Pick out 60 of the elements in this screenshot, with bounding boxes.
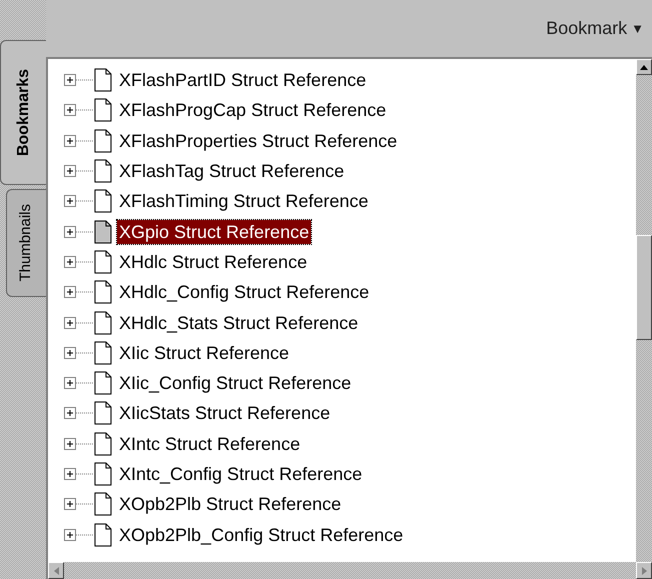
expand-icon[interactable] <box>64 316 94 329</box>
expand-icon[interactable] <box>64 165 94 178</box>
vertical-scrollbar[interactable] <box>636 59 652 562</box>
bookmark-item[interactable]: XIntc Struct Reference <box>117 432 302 456</box>
page-icon <box>94 128 112 153</box>
scroll-up-button[interactable] <box>636 59 652 75</box>
panel-tab[interactable]: Bookmarks <box>0 40 46 185</box>
expand-icon[interactable] <box>64 195 94 208</box>
page-icon <box>94 522 112 547</box>
bookmark-item[interactable]: XHdlc_Config Struct Reference <box>117 280 372 304</box>
expand-icon[interactable] <box>64 256 94 268</box>
expand-icon[interactable] <box>64 528 94 541</box>
scroll-thumb[interactable] <box>636 235 652 340</box>
expand-icon[interactable] <box>64 226 94 238</box>
expand-icon[interactable] <box>64 468 94 480</box>
page-icon <box>94 250 112 274</box>
bookmark-item[interactable]: XOpb2Plb Struct Reference <box>117 492 344 516</box>
bookmark-item[interactable]: XIntc_Config Struct Reference <box>117 462 364 486</box>
bookmark-item[interactable]: XFlashTag Struct Reference <box>117 159 346 184</box>
page-icon <box>94 220 112 244</box>
bookmark-item[interactable]: XFlashProgCap Struct Reference <box>117 98 388 122</box>
scroll-left-button[interactable] <box>48 562 64 579</box>
expand-icon[interactable] <box>64 498 94 510</box>
up-arrow-icon <box>640 64 648 70</box>
bookmark-item[interactable]: XFlashProperties Struct Reference <box>117 128 400 153</box>
page-icon <box>94 462 112 486</box>
page-icon <box>94 371 112 396</box>
expand-icon[interactable] <box>64 74 94 86</box>
page-icon <box>94 340 112 365</box>
bookmark-item[interactable]: XGpio Struct Reference <box>117 220 312 244</box>
expand-icon[interactable] <box>64 346 94 359</box>
expand-icon[interactable] <box>64 377 94 390</box>
expand-icon[interactable] <box>64 104 94 116</box>
page-icon <box>94 492 112 516</box>
page-icon <box>94 159 112 184</box>
bookmark-item[interactable]: XIic_Config Struct Reference <box>117 371 354 396</box>
bookmark-item[interactable]: XHdlc_Stats Struct Reference <box>117 310 360 335</box>
page-icon <box>94 189 112 214</box>
bookmark-item[interactable]: XOpb2Plb_Config Struct Reference <box>117 522 406 547</box>
bookmark-item[interactable]: XIic Struct Reference <box>117 340 292 365</box>
bookmark-item[interactable]: XFlashPartID Struct Reference <box>117 68 368 92</box>
right-arrow-icon <box>642 566 646 574</box>
panel-tab[interactable]: Thumbnails <box>6 189 46 297</box>
horizontal-scrollbar[interactable] <box>48 562 652 579</box>
bookmark-item[interactable]: XFlashTiming Struct Reference <box>117 189 370 214</box>
expand-icon[interactable] <box>64 286 94 298</box>
expand-icon[interactable] <box>64 438 94 450</box>
left-arrow-icon <box>54 566 58 574</box>
page-icon <box>94 432 112 456</box>
scroll-right-button[interactable] <box>636 562 652 579</box>
page-icon <box>94 98 112 122</box>
bookmark-item[interactable]: XHdlc Struct Reference <box>117 250 310 274</box>
bookmark-item[interactable]: XIicStats Struct Reference <box>117 401 332 426</box>
page-icon <box>94 310 112 335</box>
page-icon <box>94 280 112 304</box>
page-icon <box>94 68 112 92</box>
expand-icon[interactable] <box>64 407 94 420</box>
bookmark-menu-button[interactable]: Bookmark ▼ <box>546 15 644 42</box>
page-icon <box>94 401 112 426</box>
expand-icon[interactable] <box>64 134 94 147</box>
